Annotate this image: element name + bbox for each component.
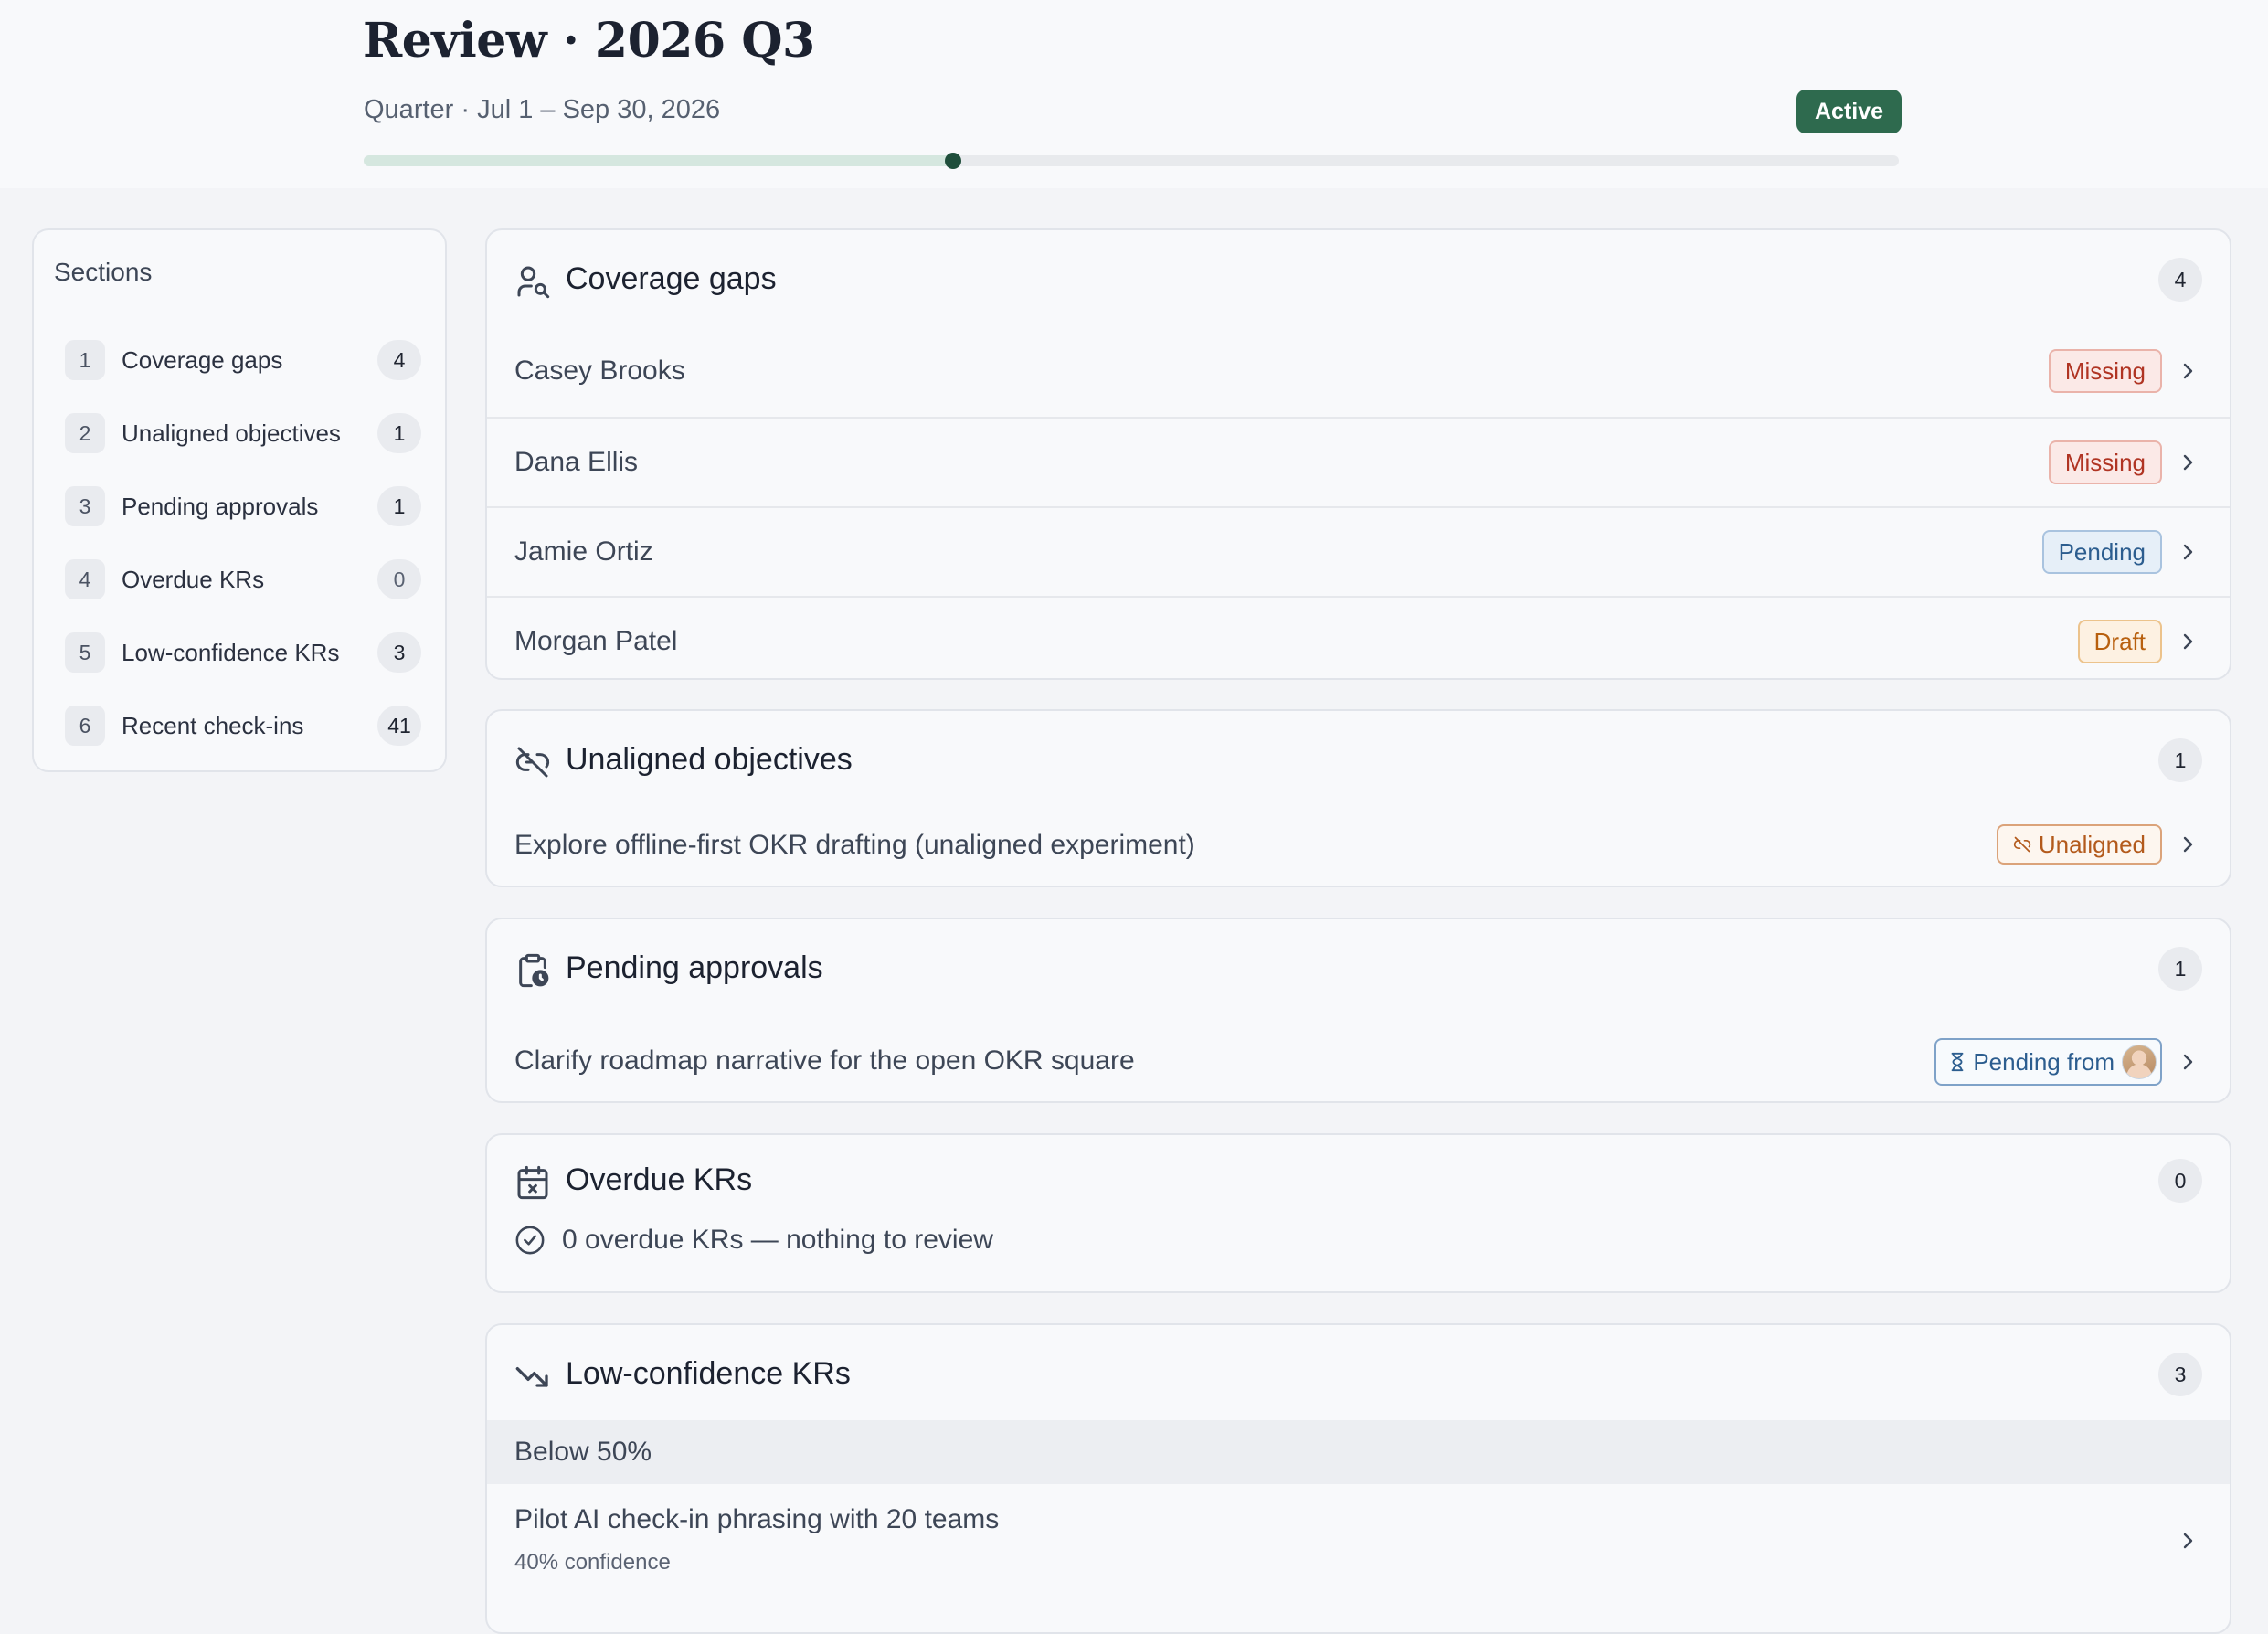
card-title: Coverage gaps: [566, 261, 777, 296]
period-subtitle: Quarter · Jul 1 – Sep 30, 2026: [364, 95, 721, 124]
sidebar-item-label: Coverage gaps: [122, 345, 283, 374]
coverage-row[interactable]: Casey Brooks Missing: [487, 333, 2230, 417]
chevron-right-icon: [2183, 454, 2193, 471]
approval-title: Clarify roadmap narrative for the open O…: [514, 1045, 1135, 1076]
sidebar-item-count: 41: [377, 706, 421, 746]
sidebar-item-label: Unaligned objectives: [122, 419, 341, 447]
sidebar-item-count: 0: [377, 559, 421, 599]
status-pill-label: Unaligned: [2038, 831, 2146, 858]
card-title: Pending approvals: [566, 950, 823, 985]
card-count-badge: 1: [2158, 947, 2202, 991]
person-name: Jamie Ortiz: [514, 536, 653, 567]
status-pill: Missing: [2048, 440, 2162, 484]
person-name: Casey Brooks: [514, 355, 685, 386]
trending-down-icon: [515, 1367, 548, 1387]
sidebar-item-label: Overdue KRs: [122, 565, 265, 593]
sidebar-item-index: 4: [65, 559, 105, 599]
card-header: Unaligned objectives 1: [487, 711, 2230, 813]
person-name: Morgan Patel: [514, 626, 678, 656]
sidebar-item-unaligned-objectives[interactable]: 2 Unaligned objectives 1: [65, 397, 421, 470]
approver-avatar: [2122, 1045, 2157, 1079]
pending-from-label: Pending from: [1973, 1048, 2114, 1076]
pending-from-pill: Pending from: [1934, 1038, 2162, 1086]
chevron-right-icon: [2183, 1054, 2193, 1070]
objective-row[interactable]: Explore offline-first OKR drafting (unal…: [487, 813, 2230, 886]
sidebar-item-coverage-gaps[interactable]: 1 Coverage gaps 4: [65, 324, 421, 397]
sidebar-item-count: 4: [377, 340, 421, 380]
chevron-right-icon: [2183, 1533, 2193, 1549]
status-badge: Active: [1796, 90, 1902, 133]
sidebar-item-index: 3: [65, 486, 105, 526]
kr-row[interactable]: Pilot AI check-in phrasing with 20 teams…: [487, 1484, 2230, 1597]
sidebar-item-index: 2: [65, 413, 105, 453]
card-header: Coverage gaps 4: [487, 230, 2230, 333]
today-marker: [945, 153, 962, 169]
coverage-gaps-card: Coverage gaps 4 Casey Brooks Missing Dan…: [485, 228, 2231, 680]
empty-state-line: 0 overdue KRs — nothing to review: [514, 1217, 993, 1263]
check-circle-icon: [515, 1226, 545, 1255]
kr-confidence: 40% confidence: [514, 1550, 671, 1575]
coverage-row[interactable]: Morgan Patel Draft: [487, 596, 2230, 678]
status-pill: Unaligned: [1996, 824, 2162, 865]
page-title: Review · 2026 Q3: [363, 13, 815, 69]
group-header: Below 50%: [487, 1420, 2230, 1484]
kr-title: Pilot AI check-in phrasing with 20 teams: [514, 1504, 1000, 1534]
card-count-badge: 0: [2158, 1159, 2202, 1203]
approval-row[interactable]: Clarify roadmap narrative for the open O…: [487, 1022, 2230, 1101]
status-pill: Draft: [2077, 620, 2162, 663]
sidebar-item-index: 1: [65, 340, 105, 380]
quarter-progress-bar: [364, 153, 1899, 169]
sidebar-item-overdue-krs[interactable]: 4 Overdue KRs 0: [65, 543, 421, 616]
sidebar-item-pending-approvals[interactable]: 3 Pending approvals 1: [65, 470, 421, 543]
coverage-row[interactable]: Dana Ellis Missing: [487, 417, 2230, 506]
sidebar-item-recent-check-ins[interactable]: 6 Recent check-ins 41: [65, 689, 421, 762]
objective-title: Explore offline-first OKR drafting (unal…: [514, 830, 1195, 860]
sidebar-item-index: 5: [65, 632, 105, 673]
hourglass-icon: [1951, 1052, 1964, 1072]
chevron-right-icon: [2183, 836, 2193, 853]
sidebar-item-label: Pending approvals: [122, 492, 319, 520]
card-title: Low-confidence KRs: [566, 1356, 851, 1391]
overdue-krs-card: Overdue KRs 0 0 overdue KRs — nothing to…: [485, 1133, 2231, 1293]
pending-approvals-card: Pending approvals 1 Clarify roadmap narr…: [485, 918, 2231, 1103]
empty-state-text: 0 overdue KRs — nothing to review: [562, 1225, 993, 1255]
person-name: Dana Ellis: [514, 447, 639, 477]
quarter-progress-fill: [364, 155, 954, 166]
sidebar-item-low-confidence-krs[interactable]: 5 Low-confidence KRs 3: [65, 616, 421, 689]
sidebar-item-label: Low-confidence KRs: [122, 638, 340, 666]
low-confidence-krs-card: Low-confidence KRs 3 Below 50% Pilot AI …: [485, 1323, 2231, 1634]
calendar-x-icon: [517, 1165, 548, 1200]
unlink-icon: [515, 747, 550, 778]
sidebar-item-index: 6: [65, 706, 105, 746]
card-count-badge: 4: [2158, 258, 2202, 302]
status-pill: Missing: [2048, 349, 2162, 393]
card-header: Low-confidence KRs 3: [487, 1325, 2230, 1420]
sections-sidebar: Sections 1 Coverage gaps 4 2 Unaligned o…: [32, 228, 447, 772]
card-header: Overdue KRs 0: [487, 1135, 2230, 1217]
sidebar-item-count: 3: [377, 632, 421, 673]
status-pill: Pending: [2041, 530, 2162, 574]
sidebar-item-count: 1: [377, 413, 421, 453]
card-title: Unaligned objectives: [566, 742, 853, 777]
sidebar-heading: Sections: [54, 258, 153, 286]
group-label: Below 50%: [514, 1437, 652, 1467]
sidebar-item-label: Recent check-ins: [122, 711, 304, 739]
coverage-row[interactable]: Jamie Ortiz Pending: [487, 506, 2230, 596]
unlink-icon: [2013, 836, 2031, 853]
card-count-badge: 1: [2158, 738, 2202, 782]
user-search-icon: [517, 266, 550, 299]
card-title: Overdue KRs: [566, 1162, 753, 1197]
sidebar-item-count: 1: [377, 486, 421, 526]
chevron-right-icon: [2183, 544, 2193, 560]
empty-state: 0 overdue KRs — nothing to review: [487, 1217, 2230, 1281]
clipboard-clock-icon: [519, 953, 549, 988]
chevron-right-icon: [2183, 633, 2193, 650]
review-header: Review · 2026 Q3 Quarter · Jul 1 – Sep 3…: [0, 0, 2268, 188]
card-header: Pending approvals 1: [487, 919, 2230, 1022]
card-count-badge: 3: [2158, 1353, 2202, 1396]
sections-nav: 1 Coverage gaps 4 2 Unaligned objectives…: [65, 324, 421, 762]
unaligned-objectives-card: Unaligned objectives 1 Explore offline-f…: [485, 709, 2231, 887]
chevron-right-icon: [2183, 363, 2193, 379]
